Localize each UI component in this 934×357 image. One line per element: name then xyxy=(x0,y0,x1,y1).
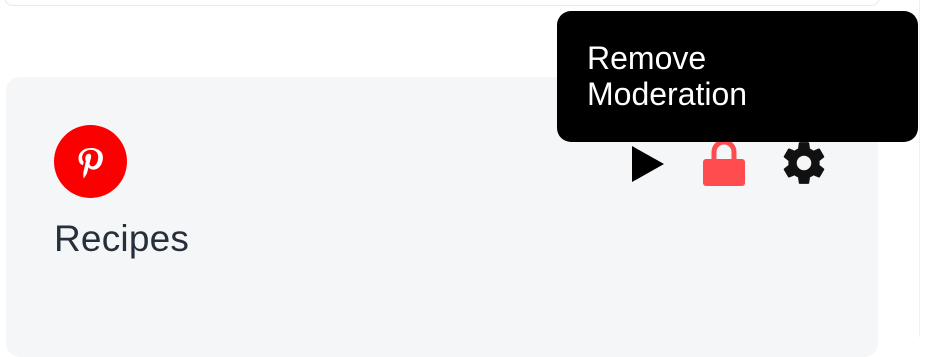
lock-icon xyxy=(703,139,745,186)
scrollbar-track[interactable] xyxy=(919,0,934,337)
card-title: Recipes xyxy=(54,218,190,259)
tooltip-line-2: Moderation xyxy=(587,76,748,112)
tooltip-remove-moderation: Remove Moderation xyxy=(557,11,918,142)
lock-button[interactable] xyxy=(700,138,748,188)
play-button[interactable] xyxy=(625,142,669,186)
tooltip-line-1: Remove xyxy=(587,40,707,76)
settings-button[interactable] xyxy=(778,138,830,188)
play-icon xyxy=(632,146,664,182)
pinterest-icon xyxy=(54,125,127,198)
gear-icon xyxy=(783,142,825,184)
previous-card xyxy=(4,0,880,6)
